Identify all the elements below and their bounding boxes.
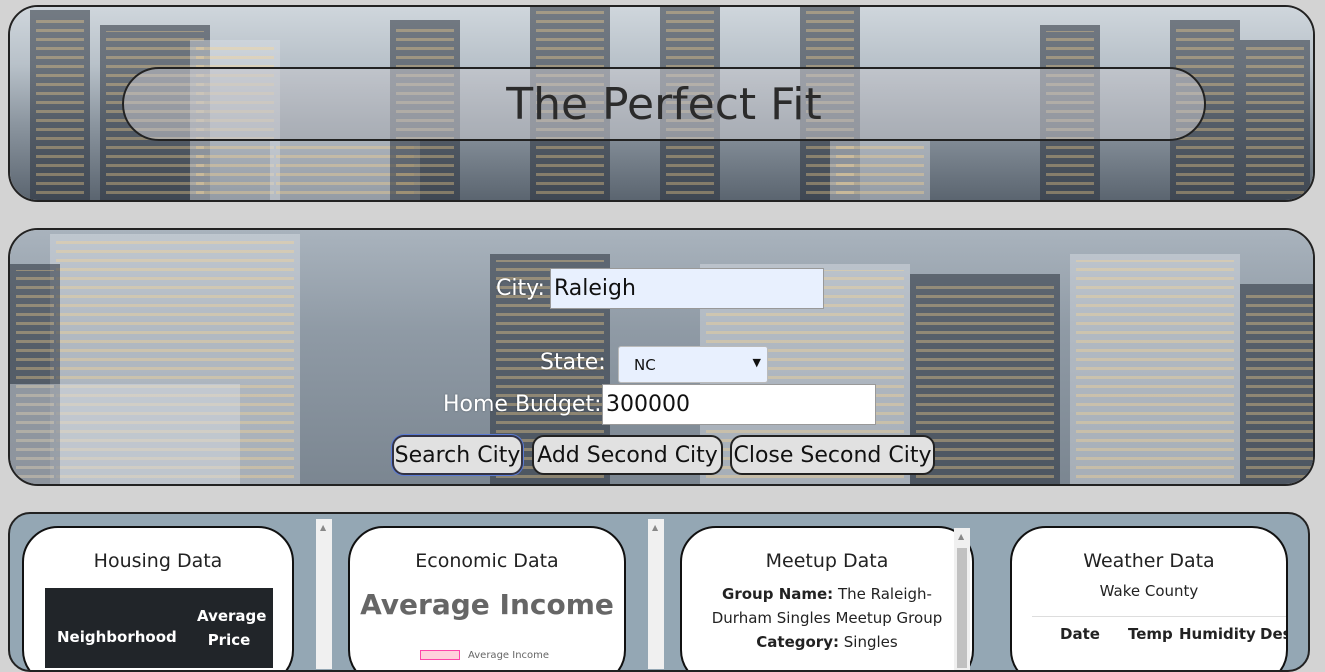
category-label: Category:: [756, 633, 839, 651]
close-second-city-button[interactable]: Close Second City: [730, 435, 935, 475]
housing-card: Housing Data Neighborhood Average Price: [22, 526, 294, 670]
meetup-scrollbar[interactable]: ▲: [954, 528, 970, 670]
economic-scrollbar[interactable]: ▲: [648, 519, 664, 669]
scroll-up-icon[interactable]: ▲: [652, 523, 658, 532]
meetup-title: Meetup Data: [765, 550, 889, 572]
column-humidity: Humidity: [1179, 625, 1256, 643]
meetup-card: Meetup Data Group Name: The Raleigh-Durh…: [680, 526, 974, 670]
chevron-down-icon: ▼: [752, 356, 761, 369]
state-label: State:: [540, 350, 606, 375]
budget-input[interactable]: 300000: [602, 384, 876, 425]
scroll-up-icon[interactable]: ▲: [958, 532, 964, 541]
economic-card: Economic Data Average Income Average Inc…: [348, 526, 626, 670]
category-value: Singles: [843, 633, 898, 651]
scrollbar-thumb[interactable]: [957, 548, 967, 668]
add-second-city-button[interactable]: Add Second City: [532, 435, 723, 475]
meetup-category: Category: Singles: [682, 630, 972, 654]
header-banner: The Perfect Fit: [8, 5, 1315, 202]
weather-table-header: Date Temp Humidity Descr: [1032, 616, 1286, 647]
column-temp: Temp: [1128, 625, 1173, 643]
search-city-button[interactable]: Search City: [392, 435, 523, 475]
column-date: Date: [1060, 625, 1100, 643]
scroll-up-icon[interactable]: ▲: [320, 523, 326, 532]
state-select[interactable]: NC ▼: [618, 346, 768, 383]
column-description: Descr: [1260, 625, 1286, 643]
housing-table-header: Neighborhood Average Price: [45, 588, 273, 668]
state-select-value: NC: [634, 355, 656, 374]
weather-card: Weather Data Wake County Date Temp Humid…: [1010, 526, 1288, 670]
column-neighborhood: Neighborhood: [57, 628, 177, 646]
results-panel: Housing Data Neighborhood Average Price …: [8, 512, 1310, 672]
housing-scrollbar[interactable]: ▲: [316, 519, 332, 669]
housing-title: Housing Data: [93, 550, 223, 572]
weather-title: Weather Data: [1083, 550, 1215, 572]
economic-title: Economic Data: [415, 550, 559, 572]
column-average-price: Average Price: [197, 607, 267, 649]
meetup-group: Group Name: The Raleigh-Durham Singles M…: [682, 582, 972, 630]
city-label: City:: [496, 276, 545, 301]
economic-chart-title: Average Income: [360, 588, 614, 621]
weather-county: Wake County: [1099, 582, 1199, 600]
city-input[interactable]: Raleigh: [550, 268, 824, 309]
search-panel: City: Raleigh State: NC ▼ Home Budget: 3…: [8, 228, 1315, 486]
group-name-label: Group Name:: [722, 585, 834, 603]
budget-label: Home Budget:: [443, 392, 602, 417]
page-title: The Perfect Fit: [122, 67, 1206, 141]
